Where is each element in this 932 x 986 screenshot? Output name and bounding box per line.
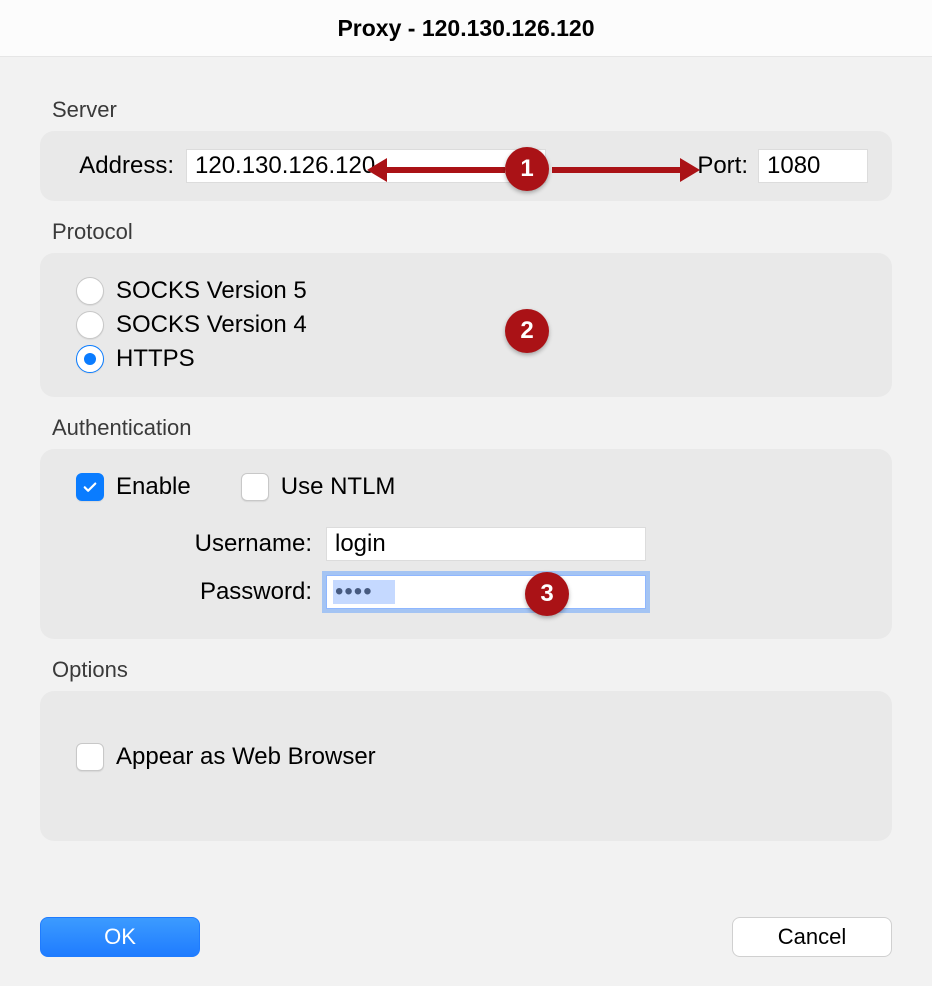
username-input[interactable] (326, 527, 646, 561)
radio-https[interactable] (76, 345, 104, 373)
radio-https-label: HTTPS (116, 345, 195, 373)
ntlm-checkbox[interactable] (241, 473, 269, 501)
annotation-arrow-right (552, 167, 682, 173)
password-input[interactable] (326, 575, 646, 609)
password-label: Password: (116, 578, 326, 606)
appear-label: Appear as Web Browser (116, 743, 376, 771)
protocol-panel: SOCKS Version 5 SOCKS Version 4 HTTPS (40, 253, 892, 397)
dialog-footer: OK Cancel (40, 917, 892, 957)
check-icon (81, 478, 99, 496)
annotation-badge-2: 2 (505, 309, 549, 353)
auth-panel: Enable Use NTLM Username: Password: (40, 449, 892, 639)
appear-row[interactable]: Appear as Web Browser (76, 743, 868, 771)
enable-row[interactable]: Enable (76, 473, 191, 501)
radio-https-row[interactable]: HTTPS (76, 345, 868, 373)
radio-socks5[interactable] (76, 277, 104, 305)
cancel-button[interactable]: Cancel (732, 917, 892, 957)
port-label: Port: (697, 152, 748, 180)
annotation-arrow-left (385, 167, 505, 173)
address-input[interactable] (186, 149, 546, 183)
server-section-label: Server (52, 97, 892, 123)
address-label: Address: (64, 152, 174, 180)
enable-checkbox[interactable] (76, 473, 104, 501)
radio-socks4-row[interactable]: SOCKS Version 4 (76, 311, 868, 339)
username-label: Username: (116, 530, 326, 558)
annotation-badge-3: 3 (525, 572, 569, 616)
radio-socks4[interactable] (76, 311, 104, 339)
radio-socks4-label: SOCKS Version 4 (116, 311, 307, 339)
options-panel: Appear as Web Browser (40, 691, 892, 841)
radio-socks5-row[interactable]: SOCKS Version 5 (76, 277, 868, 305)
auth-section-label: Authentication (52, 415, 892, 441)
appear-checkbox[interactable] (76, 743, 104, 771)
options-section-label: Options (52, 657, 892, 683)
enable-label: Enable (116, 473, 191, 501)
radio-socks5-label: SOCKS Version 5 (116, 277, 307, 305)
port-input[interactable] (758, 149, 868, 183)
server-panel: Address: Port: (40, 131, 892, 201)
ntlm-label: Use NTLM (281, 473, 396, 501)
ntlm-row[interactable]: Use NTLM (241, 473, 396, 501)
ok-button[interactable]: OK (40, 917, 200, 957)
dialog-body: 1 2 3 Server Address: Port: Protocol SOC… (0, 57, 932, 986)
annotation-badge-1: 1 (505, 147, 549, 191)
window-title: Proxy - 120.130.126.120 (0, 0, 932, 57)
protocol-section-label: Protocol (52, 219, 892, 245)
